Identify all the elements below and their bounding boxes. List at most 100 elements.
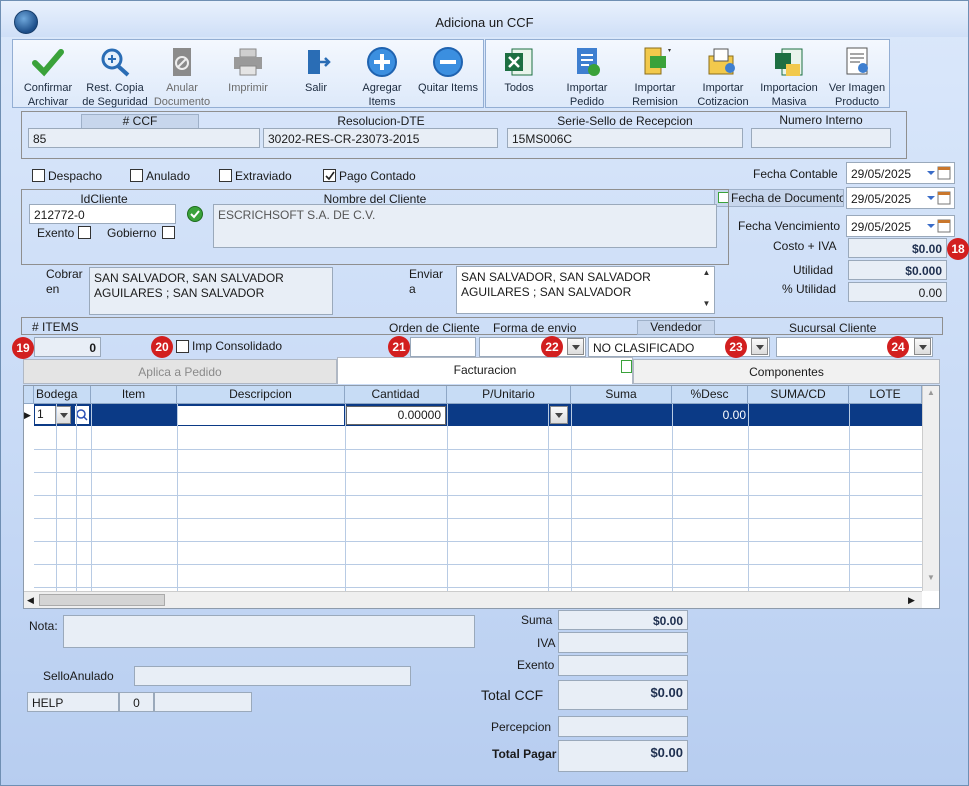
fecha-vencimiento-picker[interactable]: 29/05/2025 xyxy=(846,215,955,237)
col-desc[interactable]: %Desc xyxy=(672,386,748,404)
col-item[interactable]: Item xyxy=(91,386,177,404)
col-suma[interactable]: Suma xyxy=(571,386,672,404)
serie-field[interactable]: 15MS006C xyxy=(507,128,743,148)
row-descripcion-cell[interactable] xyxy=(178,406,344,425)
confirm-button[interactable]: Confirmar Archivar xyxy=(17,46,79,109)
consolidado-checkbox[interactable] xyxy=(176,340,189,353)
client-validate-icon[interactable] xyxy=(187,206,203,222)
sello-anulado-field[interactable] xyxy=(134,666,411,686)
import-mass-button[interactable]: Importacion Masiva xyxy=(756,46,822,109)
bodega-dropdown-icon[interactable] xyxy=(55,406,71,424)
import-quote-button[interactable]: Importar Cotizacion xyxy=(690,46,756,109)
internal-number-field[interactable] xyxy=(751,128,891,148)
calendar-dropdown-icon[interactable] xyxy=(926,191,952,205)
scroll-down-icon[interactable]: ▼ xyxy=(923,573,939,582)
grid-line xyxy=(672,404,673,591)
grid-line xyxy=(34,518,922,519)
table-row[interactable] xyxy=(34,404,922,426)
col-lote[interactable]: LOTE xyxy=(849,386,922,404)
scroll-up-icon[interactable]: ▲ xyxy=(923,388,939,397)
grid-corner xyxy=(24,386,34,404)
iva-label: IVA xyxy=(537,636,556,650)
export-all-button[interactable]: Todos xyxy=(488,46,550,95)
cobrar-field[interactable]: SAN SALVADOR, SAN SALVADOR AGUILARES ; S… xyxy=(89,267,333,315)
items-grid: Bodega Item Descripcion Cantidad P/Unita… xyxy=(23,385,940,609)
add-items-button[interactable]: Agregar Items xyxy=(351,46,413,109)
scroll-right-icon[interactable]: ▶ xyxy=(908,595,915,606)
row-bodega-cell[interactable]: 1 xyxy=(35,406,55,424)
tab-componentes[interactable]: Componentes xyxy=(633,359,940,384)
extraviado-checkbox[interactable] xyxy=(219,169,232,182)
forma-envio-dropdown-icon[interactable] xyxy=(567,338,584,355)
percepcion-field xyxy=(558,716,688,737)
import-order-button[interactable]: Importar Pedido xyxy=(554,46,620,109)
scroll-thumb[interactable] xyxy=(39,594,165,606)
sucursal-dropdown-icon[interactable] xyxy=(914,338,931,355)
client-id-field[interactable]: 212772-0 xyxy=(29,204,176,224)
horizontal-scrollbar[interactable]: ◀ ▶ xyxy=(24,591,922,608)
import-quote-icon xyxy=(708,48,735,75)
nota-field[interactable] xyxy=(63,615,475,648)
import-remission-button[interactable]: Importar Remision xyxy=(622,46,688,109)
grid-line xyxy=(34,564,922,565)
calendar-dropdown-icon[interactable] xyxy=(926,219,952,233)
col-punitario[interactable]: P/Unitario xyxy=(447,386,571,404)
pago-contado-checkbox[interactable] xyxy=(323,169,336,182)
tab-facturacion[interactable]: Facturacion xyxy=(337,357,633,384)
client-name-field[interactable]: ESCRICHSOFT S.A. DE C.V. xyxy=(213,204,717,248)
vertical-scrollbar[interactable]: ▲ ▼ xyxy=(922,386,939,591)
tab-aplica-pedido[interactable]: Aplica a Pedido xyxy=(23,359,337,384)
window-title: Adiciona un CCF xyxy=(435,15,534,30)
checkmark-icon xyxy=(32,49,64,77)
col-suma-cd[interactable]: SUMA/CD xyxy=(748,386,849,404)
remove-items-button[interactable]: Quitar Items xyxy=(417,46,479,95)
anulado-checkbox[interactable] xyxy=(130,169,143,182)
total-pagar-label: Total Pagar xyxy=(492,747,557,761)
costo-iva-field: $0.00 xyxy=(848,238,947,258)
sucursal-select[interactable] xyxy=(776,337,933,357)
plus-circle-icon xyxy=(367,47,397,77)
fecha-contable-picker[interactable]: 29/05/2025 xyxy=(846,162,955,184)
exento-checkbox[interactable] xyxy=(78,226,91,239)
row-cantidad-cell[interactable]: 0.00000 xyxy=(346,406,446,425)
ccf-number-field[interactable]: 85 xyxy=(28,128,260,148)
import-remission-icon xyxy=(644,47,671,75)
gobierno-checkbox[interactable] xyxy=(162,226,175,239)
punitario-dropdown-icon[interactable] xyxy=(550,406,568,424)
despacho-checkbox[interactable] xyxy=(32,169,45,182)
col-descripcion[interactable]: Descripcion xyxy=(177,386,345,404)
cancel-document-button[interactable]: Anular Documento xyxy=(151,46,213,109)
grid-line xyxy=(76,404,77,591)
exento-total-label: Exento xyxy=(517,658,555,672)
enviar-scrollbar[interactable]: ▲ ▼ xyxy=(700,268,713,312)
grid-line xyxy=(849,404,850,591)
badge-18: 18 xyxy=(947,238,969,260)
col-bodega[interactable]: Bodega xyxy=(34,386,91,404)
fecha-documento-picker[interactable]: 29/05/2025 xyxy=(846,187,955,209)
fecha-contable-value: 29/05/2025 xyxy=(851,167,912,181)
view-image-icon xyxy=(846,47,868,75)
view-image-button[interactable]: Ver Imagen Producto xyxy=(824,46,890,109)
mass-import-icon xyxy=(775,48,803,76)
scroll-left-icon[interactable]: ◀ xyxy=(27,595,34,606)
scroll-up-icon[interactable]: ▲ xyxy=(700,268,713,277)
col-cantidad[interactable]: Cantidad xyxy=(345,386,447,404)
grid-line xyxy=(34,472,922,473)
vendedor-dropdown-icon[interactable] xyxy=(751,338,768,355)
scroll-down-icon[interactable]: ▼ xyxy=(700,299,713,308)
orden-cliente-field[interactable] xyxy=(410,337,476,357)
exit-button[interactable]: Salir xyxy=(285,46,347,95)
resolution-label: Resolucion-DTE xyxy=(337,114,425,128)
sucursal-label: Sucursal Cliente xyxy=(789,321,877,335)
badge-19: 19 xyxy=(12,337,34,359)
despacho-label: Despacho xyxy=(48,169,103,183)
serie-label: Serie-Sello de Recepcion xyxy=(557,114,693,128)
resolution-field[interactable]: 30202-RES-CR-23073-2015 xyxy=(263,128,498,148)
item-search-icon[interactable] xyxy=(75,406,89,424)
nota-label: Nota: xyxy=(29,619,58,633)
calendar-dropdown-icon[interactable] xyxy=(926,166,952,180)
restore-backup-button[interactable]: Rest. Copia de Seguridad xyxy=(79,46,151,109)
enviar-field[interactable]: SAN SALVADOR, SAN SALVADOR AGUILARES ; S… xyxy=(456,266,715,314)
print-button[interactable]: Imprimir xyxy=(217,46,279,95)
utilidad-label: Utilidad xyxy=(793,263,834,277)
